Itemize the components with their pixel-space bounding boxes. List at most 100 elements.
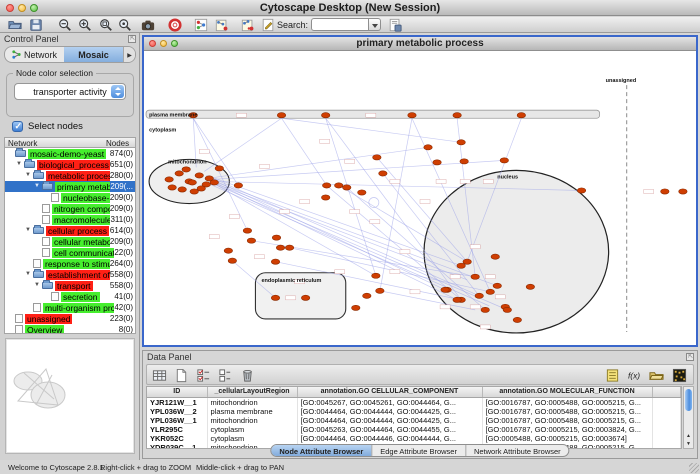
scroll-down-arrow-icon[interactable]: ▼	[685, 441, 692, 447]
network-canvas[interactable]: plasma membrane cytoplasm mitochondrion …	[144, 51, 696, 345]
attribute-table[interactable]: ID_cellularLayoutRegionannotation.GO CEL…	[146, 386, 682, 449]
table-cell[interactable]: [GO:0016787, GO:0005488, GO:0005215, G..…	[482, 407, 652, 416]
table-column-header[interactable]: annotation.GO CELLULAR_COMPONENT	[297, 387, 482, 397]
scroll-up-arrow-icon[interactable]: ▲	[685, 433, 692, 439]
attribute-select-button[interactable]	[151, 367, 168, 383]
expander-icon[interactable]: ▼	[34, 183, 42, 189]
zoom-selected-button[interactable]	[116, 17, 134, 32]
table-cell[interactable]: YDR039C__1	[147, 443, 207, 450]
expander-icon[interactable]: ▼	[34, 282, 42, 288]
tab-node-attribute-browser[interactable]: Node Attribute Browser	[271, 445, 372, 456]
tree-row-label: metabolic process	[46, 171, 110, 181]
table-cell[interactable]: [GO:0016787, GO:0005488, GO:0005215, G..…	[482, 416, 652, 425]
table-cell[interactable]: cytoplasm	[207, 425, 297, 434]
tree-row-secretion[interactable]: secretion41(0)	[5, 291, 135, 302]
table-cell-filler	[652, 407, 681, 416]
network-overview-icon[interactable]	[192, 17, 210, 32]
save-session-button[interactable]	[27, 17, 45, 32]
table-cell[interactable]: [GO:0005488, GO:0005215, GO:0003674]	[482, 434, 652, 443]
delete-attribute-button[interactable]	[239, 367, 256, 383]
import-attributes-button[interactable]	[386, 17, 404, 32]
table-cell[interactable]: [GO:0016787, GO:0005215, GO:0003824, G..…	[482, 425, 652, 434]
tab-mosaic[interactable]: Mosaic	[64, 47, 123, 62]
expander-icon[interactable]: ▼	[25, 271, 33, 277]
table-cell[interactable]: mitochondrion	[207, 397, 297, 407]
layout-1-button[interactable]	[213, 17, 231, 32]
node-color-dropdown[interactable]: transporter activity	[14, 83, 126, 100]
table-row[interactable]: YPL036W__2plasma membrane[GO:0044464, GO…	[147, 407, 681, 416]
data-panel-float-icon[interactable]	[686, 353, 694, 361]
tree-row-cellular-metabo[interactable]: cellular metabo209(0)	[5, 236, 135, 247]
tree-row-primary-metabo[interactable]: ▼primary metabo209(...	[5, 181, 135, 192]
tree-row-metabolic-process[interactable]: ▼metabolic process280(0)	[5, 170, 135, 181]
zoom-in-button[interactable]	[76, 17, 94, 32]
table-cell[interactable]: mitochondrion	[207, 416, 297, 425]
select-nodes-checkbox[interactable]	[12, 121, 23, 132]
main-toolbar: Search:	[0, 17, 700, 33]
tree-row-mosaic-demo-yeast[interactable]: mosaic-demo-yeast874(0)	[5, 148, 135, 159]
table-row[interactable]: YPL036W__1mitochondrion[GO:0044464, GO:0…	[147, 416, 681, 425]
table-cell[interactable]: YPL036W__1	[147, 416, 207, 425]
table-row[interactable]: YJR121W__1mitochondrion[GO:0045267, GO:0…	[147, 397, 681, 407]
table-cell[interactable]: [GO:0044464, GO:0044446, GO:0044444, G..…	[297, 434, 482, 443]
table-cell[interactable]: [GO:0016787, GO:0005488, GO:0005215, G..…	[482, 397, 652, 407]
tab-overflow-arrow-icon[interactable]: ▶	[123, 47, 135, 62]
annotation-button[interactable]	[259, 17, 277, 32]
expander-icon[interactable]: ▼	[25, 227, 33, 233]
table-cell[interactable]: cytoplasm	[207, 434, 297, 443]
tree-row-node-count: 223(0)	[110, 314, 135, 323]
table-cell[interactable]: YLR295C	[147, 425, 207, 434]
snapshot-button[interactable]	[139, 17, 157, 32]
matrix-view-button[interactable]	[671, 367, 688, 383]
unselect-attributes-button[interactable]	[217, 367, 234, 383]
resize-grip[interactable]	[689, 463, 699, 473]
tab-network-attribute-browser[interactable]: Network Attribute Browser	[466, 445, 569, 456]
tree-row-macromolecule[interactable]: macromolecule311(0)	[5, 214, 135, 225]
table-column-header[interactable]: _cellularLayoutRegion	[207, 387, 297, 397]
tree-row-biological-process[interactable]: ▼biological_process651(0)	[5, 159, 135, 170]
scrollbar-thumb[interactable]	[685, 389, 692, 411]
zoom-fit-button[interactable]	[97, 17, 115, 32]
tree-row-transport[interactable]: ▼transport558(0)	[5, 280, 135, 291]
layout-2-button[interactable]	[239, 17, 257, 32]
import-attribute-file-button[interactable]	[648, 367, 665, 383]
table-cell[interactable]: YPL036W__2	[147, 407, 207, 416]
tree-row-establishment-of-lo[interactable]: ▼establishment of lo558(0)	[5, 269, 135, 280]
search-dropdown-arrow-icon[interactable]	[369, 18, 381, 31]
table-row[interactable]: YKR052Ccytoplasm[GO:0044464, GO:0044446,…	[147, 434, 681, 443]
cytoplasm-label: cytoplasm	[149, 127, 176, 133]
table-cell[interactable]: plasma membrane	[207, 407, 297, 416]
table-column-header[interactable]: ID	[147, 387, 207, 397]
tree-row-unassigned[interactable]: unassigned223(0)	[5, 313, 135, 324]
network-view-window[interactable]: primary metabolic process plasma membran…	[142, 35, 698, 347]
tree-row-response-to-stimulu[interactable]: response to stimulu264(0)	[5, 258, 135, 269]
tree-row-cell-communicat[interactable]: cell communicat22(0)	[5, 247, 135, 258]
help-icon[interactable]	[166, 17, 184, 32]
expander-icon[interactable]: ▼	[25, 172, 33, 178]
tab-edge-attribute-browser[interactable]: Edge Attribute Browser	[372, 445, 466, 456]
table-scrollbar[interactable]: ▲ ▼	[683, 386, 694, 449]
attribute-editor-button[interactable]	[604, 367, 621, 383]
float-panel-icon[interactable]	[128, 35, 136, 43]
tree-row-nucleobase-[interactable]: nucleobase-209(0)	[5, 192, 135, 203]
table-cell[interactable]: [GO:0045263, GO:0044464, GO:0044455, G..…	[297, 425, 482, 434]
table-column-header[interactable]: annotation.GO MOLECULAR_FUNCTION	[482, 387, 652, 397]
tree-row-overview[interactable]: Overview8(0)	[5, 324, 135, 334]
open-session-button[interactable]	[6, 17, 24, 32]
expander-icon[interactable]: ▼	[16, 161, 24, 167]
table-cell[interactable]: YJR121W__1	[147, 397, 207, 407]
table-cell[interactable]: YKR052C	[147, 434, 207, 443]
birdseye-view[interactable]	[5, 338, 135, 454]
table-cell[interactable]: [GO:0044464, GO:0044444, GO:0044425, G..…	[297, 416, 482, 425]
table-row[interactable]: YLR295Ccytoplasm[GO:0045263, GO:0044464,…	[147, 425, 681, 434]
new-attribute-button[interactable]	[173, 367, 190, 383]
tree-row-multi-organism-pro[interactable]: multi-organism pro42(0)	[5, 302, 135, 313]
table-cell[interactable]: [GO:0045267, GO:0045261, GO:0044464, G..…	[297, 397, 482, 407]
select-attributes-button[interactable]	[195, 367, 212, 383]
table-cell[interactable]: [GO:0044464, GO:0044444, GO:0044425, G..…	[297, 407, 482, 416]
tree-row-nitrogen-compo[interactable]: nitrogen compo209(0)	[5, 203, 135, 214]
tree-row-cellular-process[interactable]: ▼cellular process614(0)	[5, 225, 135, 236]
tab-network[interactable]: Network	[5, 47, 64, 62]
function-builder-button[interactable]: f(x)	[626, 367, 643, 383]
zoom-out-button[interactable]	[56, 17, 74, 32]
